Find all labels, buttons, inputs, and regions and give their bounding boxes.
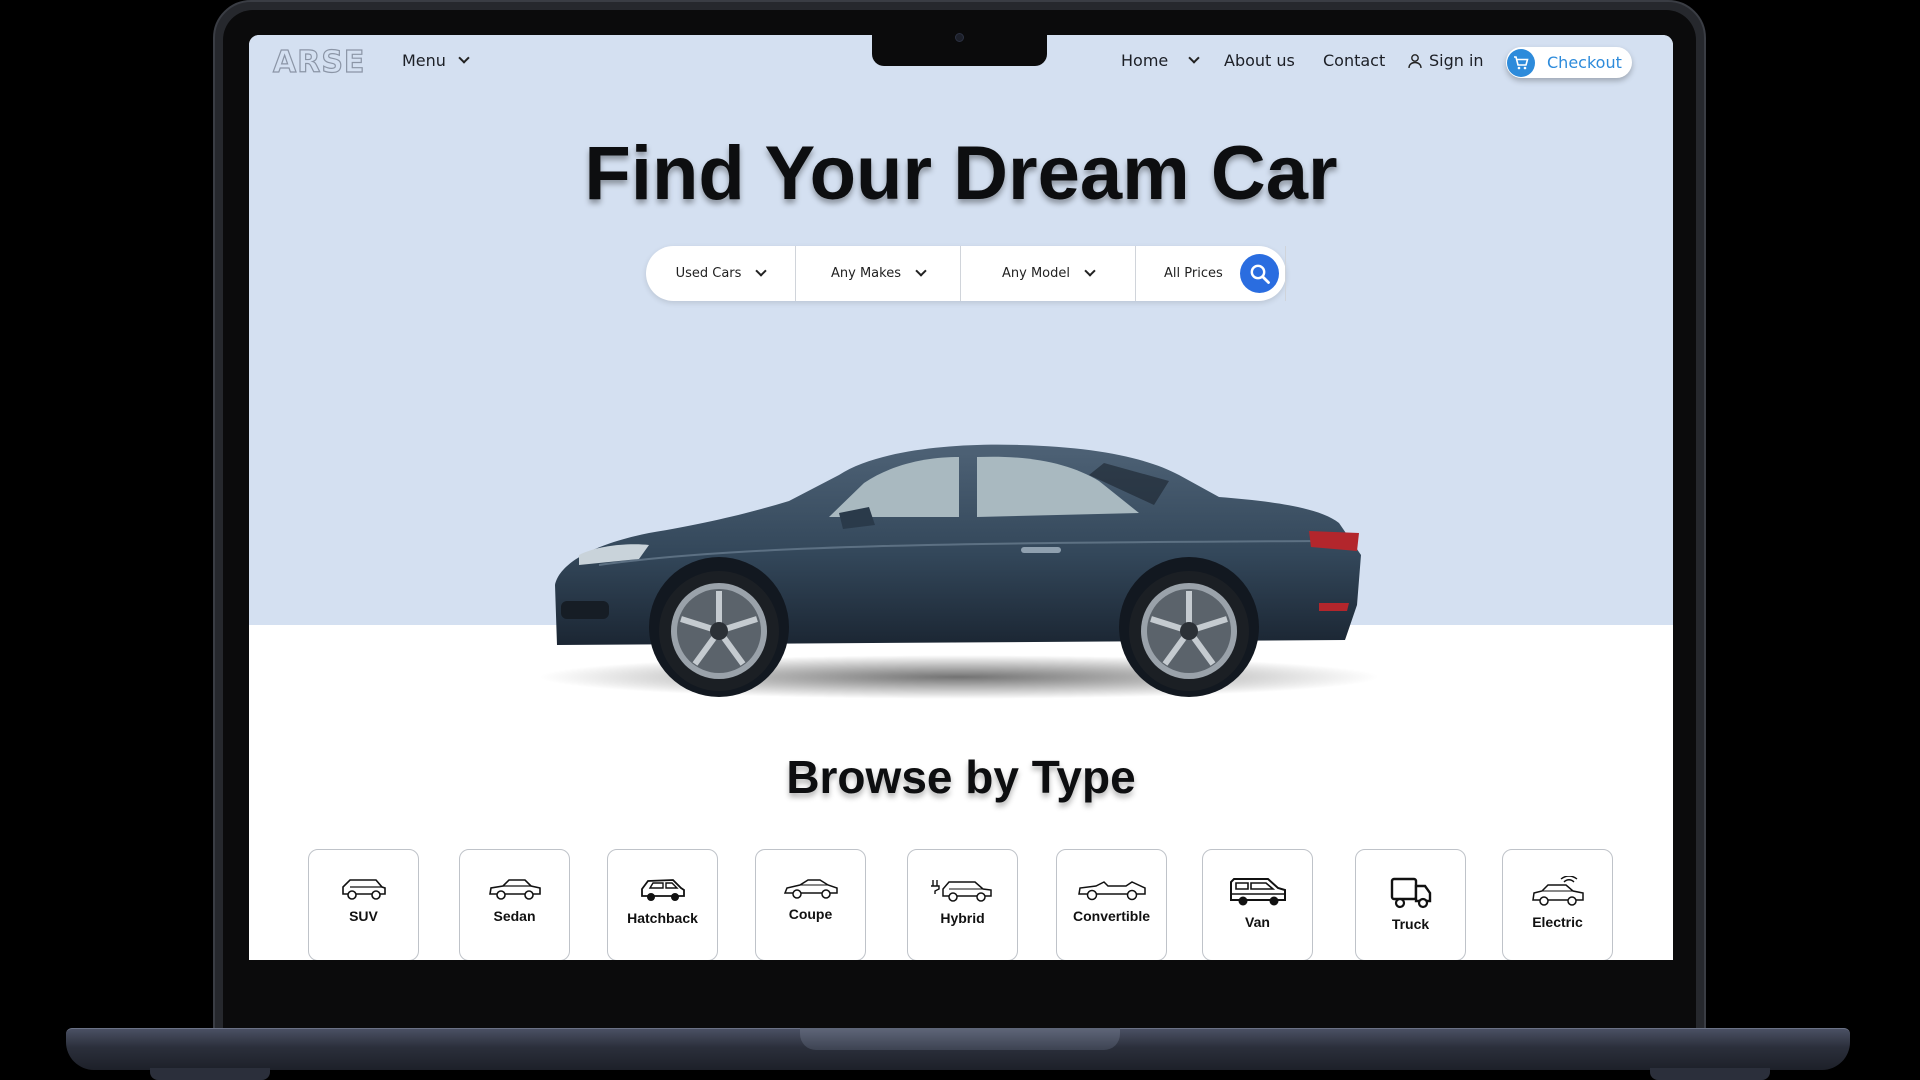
browse-by-type-title: Browse by Type [786,751,1136,803]
search-button[interactable] [1240,254,1279,293]
menu-dropdown[interactable]: Menu [402,51,470,70]
chevron-down-icon [915,265,927,277]
price-value: All Prices [1164,266,1223,281]
sedan-icon [488,879,541,900]
model-value: Any Model [1002,266,1070,281]
electric-icon [1531,876,1584,906]
nav-contact-label: Contact [1323,51,1386,70]
checkout-button[interactable]: Checkout [1506,47,1632,78]
hatchback-icon [640,879,685,901]
laptop-thumb-notch [800,1028,1120,1050]
make-value: Any Makes [831,266,901,281]
laptop-foot [1650,1068,1770,1080]
condition-value: Used Cars [675,266,742,281]
type-label: Hybrid [940,910,985,926]
chevron-down-icon [755,265,768,277]
type-card-coupe[interactable]: Coupe [755,849,866,960]
laptop-mockup: ARSE Menu Home About us Contact Sign in … [0,0,1920,1080]
camera-icon [955,33,964,42]
type-card-hatchback[interactable]: Hatchback [607,849,718,960]
hero-car-image [539,444,1379,699]
type-card-hybrid[interactable]: Hybrid [907,849,1018,960]
suv-icon [341,879,386,900]
laptop-chin [223,960,1696,1028]
type-card-truck[interactable]: Truck [1355,849,1466,960]
type-label: Truck [1391,916,1430,932]
type-card-convertible[interactable]: Convertible [1056,849,1167,960]
type-label: Coupe [788,906,833,922]
hybrid-icon [930,880,992,902]
laptop-foot [150,1068,270,1080]
menu-label: Menu [402,51,446,70]
type-label: Sedan [493,908,536,924]
truck-icon [1390,877,1431,909]
coupe-icon [783,879,838,899]
website-screen: ARSE Menu Home About us Contact Sign in … [249,35,1673,960]
type-label: Van [1245,914,1270,930]
type-card-electric[interactable]: Electric [1502,849,1613,960]
checkout-label: Checkout [1547,53,1622,72]
type-label: SUV [349,908,378,924]
condition-select[interactable]: Used Cars [646,246,796,301]
user-icon [1408,53,1422,68]
nav-signin-label: Sign in [1429,51,1484,70]
vehicle-type-list: SUV Sedan Hatchback Coupe Hybrid Convert… [249,849,1673,960]
chevron-down-icon [458,52,470,64]
make-select[interactable]: Any Makes [796,246,961,301]
hero-headline: Find Your Dream Car [584,131,1338,216]
car-search-bar: Used Cars Any Makes Any Model All Prices [646,246,1286,301]
nav-contact[interactable]: Contact [1323,51,1385,70]
model-select[interactable]: Any Model [961,246,1136,301]
chevron-down-icon [1188,52,1200,64]
search-icon [1250,264,1270,284]
nav-home[interactable]: Home [1121,51,1200,70]
nav-signin[interactable]: Sign in [1407,51,1484,70]
type-label: Electric [1532,914,1583,930]
convertible-icon [1077,881,1146,901]
type-label: Convertible [1072,908,1150,924]
chevron-down-icon [1084,265,1096,277]
type-card-van[interactable]: Van [1202,849,1313,960]
type-card-suv[interactable]: SUV [308,849,419,960]
van-icon [1229,878,1286,906]
site-logo[interactable]: ARSE [272,44,365,80]
type-label: Hatchback [627,910,698,926]
nav-home-label: Home [1121,51,1169,70]
nav-about-label: About us [1224,51,1295,70]
type-card-sedan[interactable]: Sedan [459,849,570,960]
cart-icon [1507,48,1535,77]
nav-about[interactable]: About us [1224,51,1295,70]
